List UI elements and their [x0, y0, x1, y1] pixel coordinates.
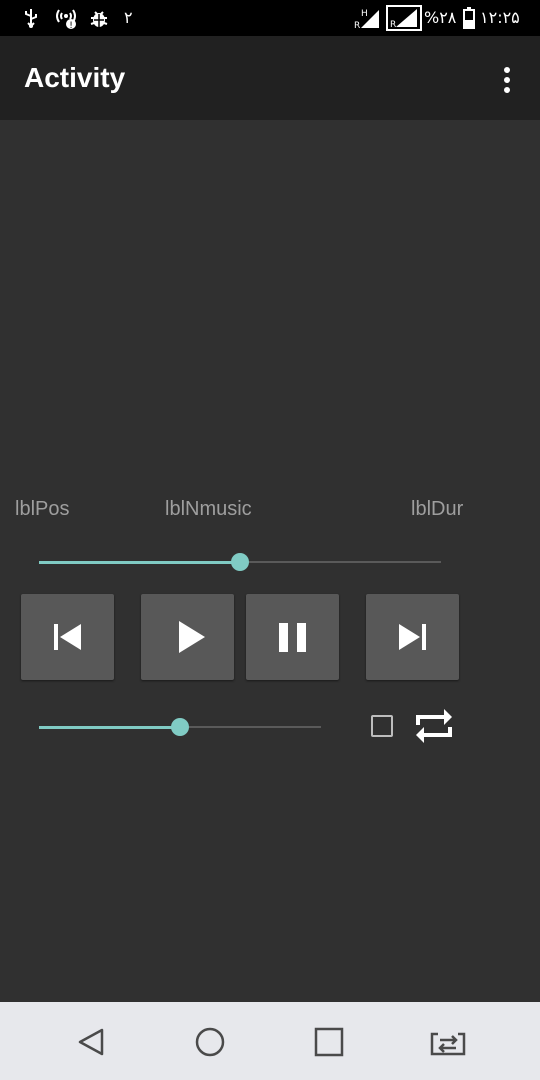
more-vert-icon[interactable]: [492, 64, 522, 98]
volume-progress-fill: [39, 726, 180, 729]
usb-icon: [25, 9, 37, 28]
pause-button[interactable]: [246, 594, 339, 680]
navigation-bar: [0, 1002, 540, 1080]
app-bar: Activity: [0, 36, 540, 120]
play-button[interactable]: [141, 594, 234, 680]
svg-text:R: R: [354, 21, 360, 30]
sim-number: ۲: [124, 8, 133, 27]
svg-text:H: H: [361, 9, 368, 19]
pause-icon: [279, 623, 306, 652]
back-icon[interactable]: [72, 1022, 112, 1062]
seek-thumb[interactable]: [231, 553, 249, 571]
music-name-label: lblNmusic: [165, 498, 252, 520]
clock: ۱۲:۲۵: [480, 8, 520, 27]
hotspot-icon: !: [56, 9, 76, 29]
page-title: Activity: [24, 62, 126, 93]
signal-r-icon: R: [386, 5, 422, 31]
home-icon[interactable]: [190, 1022, 230, 1062]
next-button[interactable]: [366, 594, 459, 680]
volume-thumb[interactable]: [171, 718, 189, 736]
position-label: lblPos: [15, 498, 70, 520]
svg-text:R: R: [390, 20, 396, 30]
repeat-icon[interactable]: [412, 705, 456, 747]
skip-next-icon: [399, 624, 426, 650]
signal-h-icon: H R: [354, 9, 379, 30]
battery-percent: %۲۸: [424, 8, 457, 27]
recents-icon[interactable]: [309, 1022, 349, 1062]
status-bar: ! ۲ H R R %۲۸ ۱۲:۲۵: [0, 0, 540, 36]
battery-icon: [463, 7, 475, 29]
skip-previous-icon: [54, 624, 81, 650]
debug-bug-icon: [90, 11, 108, 27]
previous-button[interactable]: [21, 594, 114, 680]
play-icon: [179, 621, 205, 653]
svg-text:!: !: [69, 21, 73, 29]
duration-label: lblDur: [411, 498, 464, 520]
switch-app-icon[interactable]: [428, 1022, 468, 1062]
loop-checkbox[interactable]: [371, 715, 393, 737]
seek-progress-fill: [39, 561, 240, 564]
